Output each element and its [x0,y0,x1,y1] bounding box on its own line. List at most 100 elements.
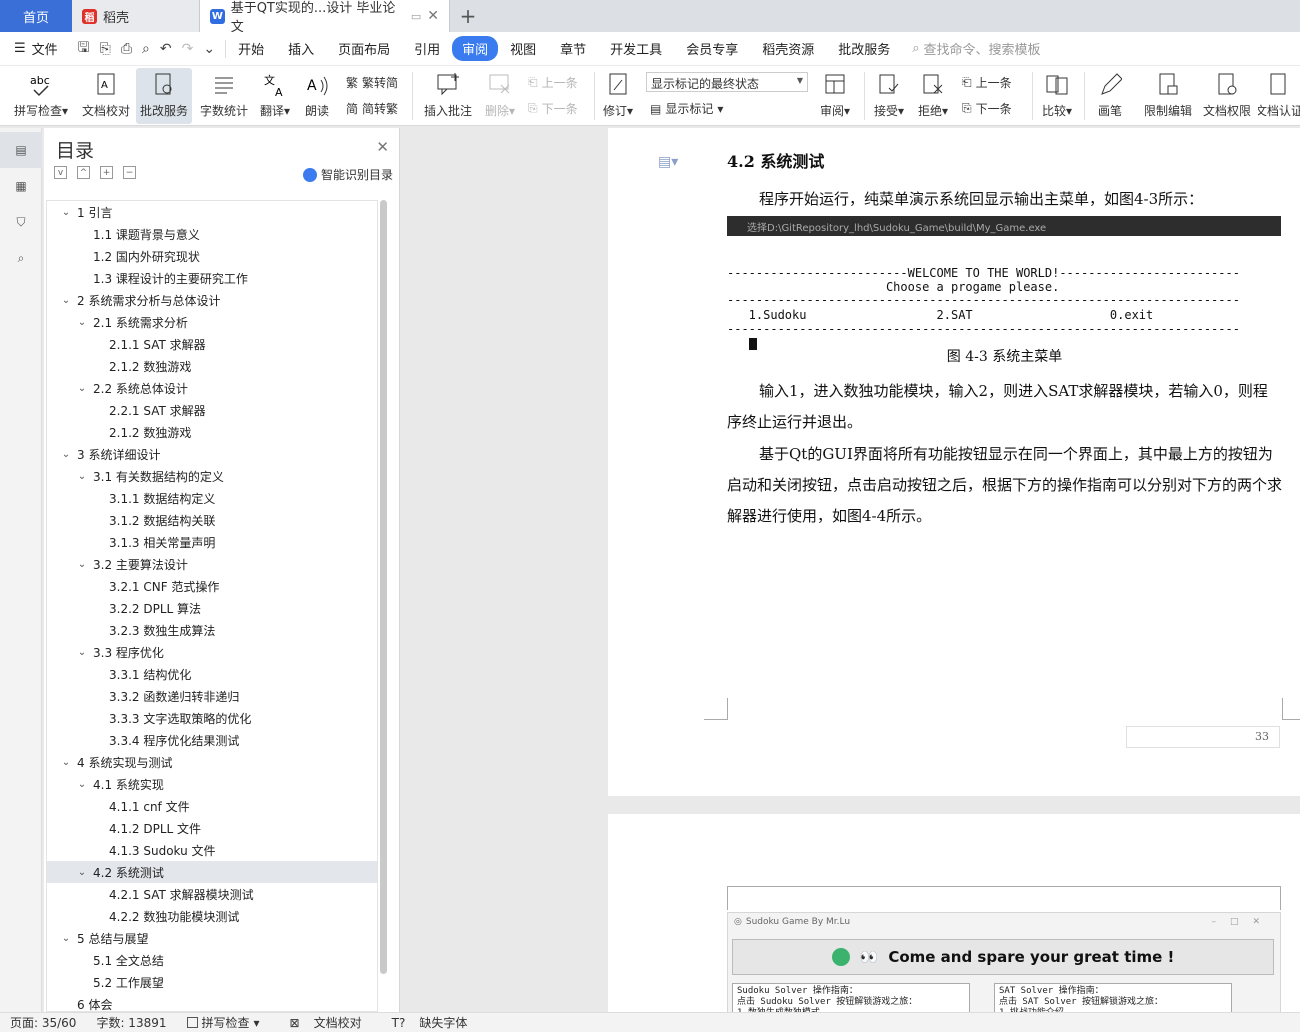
to-simplified-button[interactable]: 繁繁转简 [346,74,398,91]
toc-item[interactable]: ⌄ 5 总结与展望 [47,927,377,949]
proofread-button[interactable]: A 文档校对 [80,70,132,119]
command-search[interactable]: ⌕ 查找命令、搜索模板 [912,39,1040,58]
toc-item[interactable]: 3.1.3 相关常量声明 [47,531,377,553]
toc-item[interactable]: 3.3.3 文字选取策略的优化 [47,707,377,729]
show-markup-button[interactable]: ▤ 显示标记 ▾ [650,100,723,117]
menu-view[interactable]: 视图 [498,39,548,58]
read-aloud-button[interactable]: A 朗读 [300,70,334,119]
close-icon[interactable]: ✕ [376,138,389,156]
document-certify-button[interactable]: 文档认证 [1258,70,1300,119]
proof-status[interactable]: ⊠ 文档校对 [270,1014,372,1031]
toc-item[interactable]: ⌄ 3 系统详细设计 [47,443,377,465]
print-icon[interactable]: ⎙ [121,41,132,57]
menu-docer-resources[interactable]: 稻壳资源 [750,39,826,58]
wordcount-button[interactable]: 字数统计 [198,70,250,119]
more-icon[interactable]: ⌄ [203,41,215,57]
toc-item[interactable]: ⌄ 4.2 系统测试 [47,861,377,883]
compare-button[interactable]: 比较▾ [1038,70,1076,119]
menu-member[interactable]: 会员专享 [674,39,750,58]
chevron-down-icon[interactable]: ⌄ [75,471,89,482]
paragraph-menu-icon[interactable]: ▤▾ [658,154,678,170]
toc-item[interactable]: 5.2 工作展望 [47,971,377,993]
chevron-down-icon[interactable]: ⌄ [75,779,89,790]
toc-item[interactable]: ⌄ 1 引言 [47,201,377,223]
chevron-down-icon[interactable]: ⌄ [59,295,73,306]
toc-item[interactable]: 3.3.4 程序优化结果测试 [47,729,377,751]
markup-state-select[interactable]: 显示标记的最终状态 ▼ [646,72,808,92]
chevron-down-icon[interactable]: ⌄ [59,449,73,460]
toc-item[interactable]: 2.1.2 数独游戏 [47,421,377,443]
toc-item[interactable]: ⌄ 2.1 系统需求分析 [47,311,377,333]
chevron-down-icon[interactable]: ⌄ [75,383,89,394]
missing-font-status[interactable]: T? 缺失字体 [372,1014,478,1031]
add-tab-button[interactable]: + [450,0,486,32]
toc-scrollbar[interactable] [378,200,390,1012]
toc-item[interactable]: 3.3.1 结构优化 [47,663,377,685]
chapter-view-icon[interactable]: ▦ [0,168,42,204]
window-icon[interactable]: ▭ [411,10,421,23]
toc-item[interactable]: 6 体会 [47,993,377,1012]
toc-item[interactable]: 1.2 国内外研究现状 [47,245,377,267]
toc-item[interactable]: 4.2.1 SAT 求解器模块测试 [47,883,377,905]
toc-item[interactable]: 3.2.1 CNF 范式操作 [47,575,377,597]
toc-item[interactable]: 3.2.2 DPLL 算法 [47,597,377,619]
toc-item[interactable]: 2.1.2 数独游戏 [47,355,377,377]
bookmark-icon[interactable]: ⛉ [0,204,42,240]
toc-item[interactable]: ⌄ 3.2 主要算法设计 [47,553,377,575]
spellcheck-button[interactable]: abc 拼写检查▾ [10,70,72,119]
chevron-down-icon[interactable]: ⌄ [59,207,73,218]
add-heading-icon[interactable]: + [100,166,113,179]
toc-item[interactable]: ⌄ 2.2 系统总体设计 [47,377,377,399]
prev-change-button[interactable]: ⎗ 上一条 [962,74,1012,91]
document-permission-button[interactable]: 文档权限 [1199,70,1255,119]
next-comment-button[interactable]: ⎘ 下一条 [528,100,578,117]
toc-item[interactable]: 3.2.3 数独生成算法 [47,619,377,641]
track-changes-button[interactable]: 修订▾ [600,70,636,119]
toc-item[interactable]: 3.3.2 函数递归转非递归 [47,685,377,707]
toc-item[interactable]: 4.1.2 DPLL 文件 [47,817,377,839]
translate-button[interactable]: 文A 翻译▾ [256,70,294,119]
toc-item[interactable]: 1.1 课题背景与意义 [47,223,377,245]
save-icon[interactable]: 🖫 [78,37,90,61]
prev-comment-button[interactable]: ⎗ 上一条 [528,74,578,91]
spellcheck-status[interactable]: 拼写检查 ▾ [177,1014,270,1031]
menu-references[interactable]: 引用 [402,39,452,58]
to-traditional-button[interactable]: 简简转繁 [346,100,398,117]
chevron-down-icon[interactable]: ⌄ [75,867,89,878]
expand-all-icon[interactable]: v [54,166,67,179]
review-pane-button[interactable]: 审阅▾ [816,70,854,119]
chevron-down-icon[interactable]: ⌄ [75,647,89,658]
toc-item[interactable]: 5.1 全文总结 [47,949,377,971]
accept-button[interactable]: 接受▾ [870,70,908,119]
toc-item[interactable]: ⌄ 4.1 系统实现 [47,773,377,795]
collapse-all-icon[interactable]: ^ [77,166,90,179]
toc-item[interactable]: 4.2.2 数独功能模块测试 [47,905,377,927]
word-count[interactable]: 字数: 13891 [86,1014,176,1031]
pen-button[interactable]: 画笔 [1092,70,1128,119]
scroll-thumb[interactable] [380,200,387,974]
smart-toc-button[interactable]: 智能识别目录 [302,166,393,183]
menu-insert[interactable]: 插入 [276,39,326,58]
correction-service-button[interactable]: 批改服务 [136,68,192,124]
file-menu[interactable]: ☰ 文件 [0,39,68,58]
toc-view-icon[interactable]: ▤ [0,132,42,168]
menu-layout[interactable]: 页面布局 [326,39,402,58]
toc-item[interactable]: ⌄ 3.3 程序优化 [47,641,377,663]
toc-item[interactable]: 1.3 课程设计的主要研究工作 [47,267,377,289]
menu-review[interactable]: 审阅 [452,36,499,61]
toc-item[interactable]: 3.1.2 数据结构关联 [47,509,377,531]
chevron-down-icon[interactable]: ⌄ [59,757,73,768]
delete-comment-button[interactable]: 删除▾ [480,70,520,119]
menu-start[interactable]: 开始 [226,39,276,58]
tab-home[interactable]: 首页 [0,0,72,32]
tab-document[interactable]: W 基于QT实现的...设计 毕业论文 ▭ ✕ [200,0,450,35]
insert-comment-button[interactable]: 插入批注 [420,70,476,119]
toc-item[interactable]: ⌄ 2 系统需求分析与总体设计 [47,289,377,311]
chevron-down-icon[interactable]: ⌄ [75,317,89,328]
toc-item[interactable]: ⌄ 4 系统实现与测试 [47,751,377,773]
toc-item[interactable]: 2.2.1 SAT 求解器 [47,399,377,421]
tab-docer[interactable]: 稻 稻壳 [72,0,200,32]
toc-item[interactable]: 4.1.1 cnf 文件 [47,795,377,817]
preview-icon[interactable]: ⌕ [142,41,150,57]
menu-developer[interactable]: 开发工具 [598,39,674,58]
